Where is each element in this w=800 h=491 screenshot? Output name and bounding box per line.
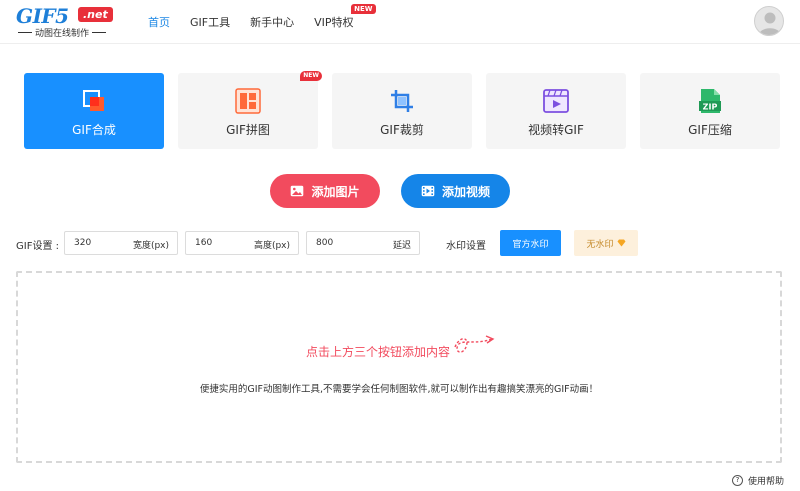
content-drop-zone[interactable]: 点击上方三个按钮添加内容 便捷实用的GIF动图制作工具,不需要学会任何制图软件,… <box>16 271 782 463</box>
nav-item-vip[interactable]: VIP特权 NEW <box>314 4 376 30</box>
tool-card-gif-crop[interactable]: GIF裁剪 <box>332 73 472 149</box>
zip-icon: ZIP <box>699 89 721 113</box>
nav-item-home[interactable]: 首页 <box>148 14 170 30</box>
tool-cards: GIF合成 NEW GIF拼图 GIF裁剪 视频转GIF ZIP GIF压缩 <box>24 71 780 149</box>
tool-label: GIF拼图 <box>226 123 270 137</box>
new-badge: NEW <box>300 71 322 81</box>
gif-settings-label: GIF设置 : <box>16 241 59 252</box>
height-unit: 高度(px) <box>253 241 290 251</box>
watermark-label: 水印设置 <box>446 241 486 252</box>
tool-label: GIF合成 <box>72 123 116 137</box>
width-value: 320 <box>74 238 92 248</box>
avatar[interactable] <box>754 6 784 36</box>
add-video-label: 添加视频 <box>441 184 490 199</box>
question-icon: ? <box>731 475 743 486</box>
delay-value: 800 <box>316 238 334 248</box>
tool-label: GIF压缩 <box>688 123 732 137</box>
tool-description: 便捷实用的GIF动图制作工具,不需要学会任何制图软件,就可以制作出有趣搞笑漂亮的… <box>199 384 599 395</box>
help-label: 使用帮助 <box>747 477 784 487</box>
height-field[interactable]: 160 高度(px) <box>185 231 299 255</box>
official-watermark-label: 官方水印 <box>512 239 549 250</box>
main-nav: 首页 GIF工具 新手中心 VIP特权 NEW <box>148 0 376 44</box>
nav-item-vip-label: VIP特权 <box>314 16 354 29</box>
logo-text: GIF5 <box>16 4 69 28</box>
add-image-button[interactable]: 添加图片 <box>270 174 380 208</box>
tool-label: 视频转GIF <box>528 123 584 137</box>
crop-icon <box>391 90 413 112</box>
add-content-hint: 点击上方三个按钮添加内容 <box>306 345 451 359</box>
nav-item-gif-tools[interactable]: GIF工具 <box>190 14 230 30</box>
diamond-icon <box>617 239 625 247</box>
logo-subtitle-row: 动图在线制作 <box>18 26 107 39</box>
width-unit: 宽度(px) <box>132 241 169 251</box>
new-badge: NEW <box>351 4 376 14</box>
height-value: 160 <box>195 238 213 248</box>
image-icon <box>291 185 304 197</box>
puzzle-icon <box>235 88 261 114</box>
no-watermark-button[interactable]: 无水印 <box>574 230 638 256</box>
user-icon <box>759 12 781 35</box>
tool-card-gif-compress[interactable]: ZIP GIF压缩 <box>640 73 780 149</box>
help-link[interactable]: ? 使用帮助 <box>731 474 784 487</box>
tool-card-gif-puzzle[interactable]: NEW GIF拼图 <box>178 71 322 149</box>
header: GIF5 .net 动图在线制作 首页 GIF工具 新手中心 VIP特权 NEW <box>0 0 800 44</box>
gif-settings-row: GIF设置 : 320 宽度(px) 160 高度(px) 800 延迟 水印设… <box>16 229 786 257</box>
tool-card-gif-merge[interactable]: GIF合成 <box>24 73 164 149</box>
tool-card-video-to-gif[interactable]: 视频转GIF <box>486 73 626 149</box>
video-icon <box>421 185 435 197</box>
nav-item-beginner[interactable]: 新手中心 <box>250 14 294 30</box>
zip-icon-text: ZIP <box>703 103 718 112</box>
official-watermark-button[interactable]: 官方水印 <box>500 230 561 256</box>
width-field[interactable]: 320 宽度(px) <box>64 231 178 255</box>
delay-field[interactable]: 800 延迟 <box>306 231 420 255</box>
logo[interactable]: GIF5 .net 动图在线制作 <box>16 4 116 39</box>
add-image-label: 添加图片 <box>311 184 360 199</box>
logo-subtitle: 动图在线制作 <box>35 29 90 39</box>
merge-icon <box>83 90 104 111</box>
tool-label: GIF裁剪 <box>380 123 424 137</box>
no-watermark-label: 无水印 <box>586 239 614 250</box>
logo-net-badge: .net <box>78 7 113 22</box>
video-convert-icon <box>543 89 569 113</box>
curly-arrow-icon <box>454 335 495 353</box>
delay-unit: 延迟 <box>392 241 411 251</box>
add-video-button[interactable]: 添加视频 <box>401 174 510 208</box>
